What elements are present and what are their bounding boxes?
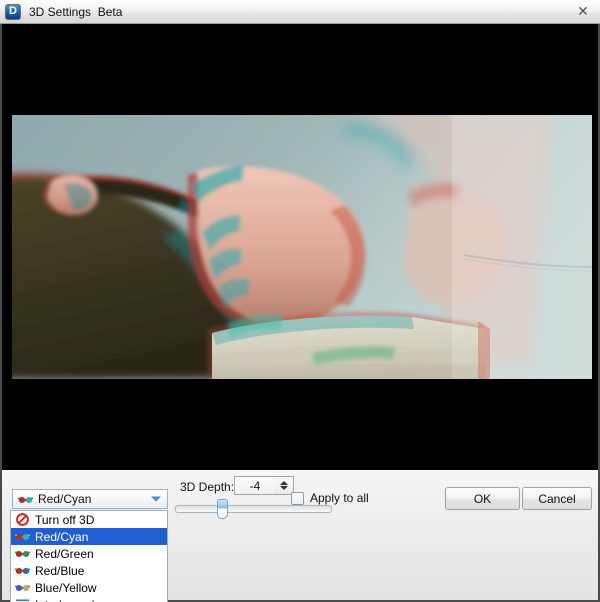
control-panel: Red/Cyan 3D Depth: -4 Apply to all OK Ca… <box>0 470 600 602</box>
anaglyph-video-frame <box>12 115 592 379</box>
dropdown-item-blue-yellow[interactable]: Blue/Yellow <box>11 579 167 596</box>
close-icon[interactable]: ✕ <box>570 2 596 20</box>
glasses-red-blue-icon <box>14 564 30 577</box>
chevron-down-icon[interactable] <box>151 496 161 502</box>
dropdown-item-label: Red/Blue <box>35 563 85 578</box>
cancel-button[interactable]: Cancel <box>522 487 592 510</box>
depth-input[interactable]: -4 <box>234 476 276 495</box>
depth-slider-thumb[interactable] <box>217 499 228 519</box>
dropdown-item-label: Red/Cyan <box>35 529 89 544</box>
interleaved-lines-icon <box>14 598 30 602</box>
dropdown-item-interleaved[interactable]: Interleaved <box>11 596 167 602</box>
dropdown-item-red-green[interactable]: Red/Green <box>11 545 167 562</box>
3d-mode-combobox[interactable]: Red/Cyan <box>12 489 168 509</box>
glasses-blue-yellow-icon <box>14 581 30 594</box>
glasses-red-cyan-icon <box>14 530 30 543</box>
dropdown-item-red-blue[interactable]: Red/Blue <box>11 562 167 579</box>
no-entry-icon <box>14 513 30 526</box>
anaglyph-image <box>12 115 592 379</box>
video-preview <box>0 24 600 470</box>
stepper-down-icon[interactable] <box>279 486 288 490</box>
dropdown-item-label: Red/Green <box>35 546 94 561</box>
apply-to-all-row[interactable]: Apply to all <box>291 491 369 505</box>
depth-slider-track[interactable] <box>175 505 332 513</box>
dropdown-item-red-cyan[interactable]: Red/Cyan <box>11 528 167 545</box>
player-d-icon: D <box>5 3 21 20</box>
stepper-up-icon[interactable] <box>279 481 288 485</box>
3d-settings-dialog: D 3D Settings Beta ✕ Red/Cyan 3D Depth: … <box>0 0 600 602</box>
dropdown-item-label: Interleaved <box>35 598 94 602</box>
ok-button[interactable]: OK <box>445 487 520 510</box>
apply-to-all-checkbox[interactable] <box>291 491 304 505</box>
3d-mode-selected-label: Red/Cyan <box>38 492 92 506</box>
titlebar: D 3D Settings Beta ✕ <box>0 0 600 24</box>
depth-value: -4 <box>249 478 261 493</box>
apply-to-all-label: Apply to all <box>310 491 369 505</box>
dropdown-item-label: Blue/Yellow <box>35 580 97 595</box>
dropdown-item-turn-off-3d[interactable]: Turn off 3D <box>11 511 167 528</box>
3d-mode-dropdown-list[interactable]: Turn off 3D Red/Cyan Red/Green Red/Blue … <box>10 510 168 602</box>
glasses-red-green-icon <box>14 547 30 560</box>
depth-label: 3D Depth: <box>180 480 235 494</box>
window-title: 3D Settings Beta <box>29 4 123 19</box>
glasses-red-cyan-icon <box>17 493 33 506</box>
dropdown-item-label: Turn off 3D <box>35 512 95 527</box>
